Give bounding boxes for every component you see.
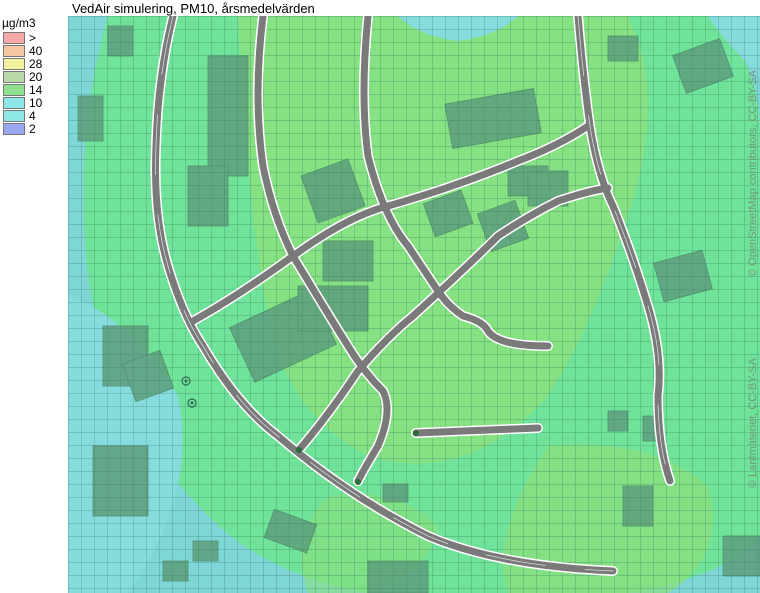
legend-swatch (3, 58, 25, 70)
map-title: VedAir simulering, PM10, årsmedelvärden (72, 1, 315, 16)
lantmateriet-attribution: © Lantmäteriet, CC-BY-SA (747, 358, 759, 488)
legend-label: 2 (29, 122, 36, 136)
osm-attribution: © OpenStreetMap contributors, CC-BY-SA (747, 69, 759, 277)
legend-label: 10 (29, 96, 43, 110)
legend-item: 2 (3, 123, 73, 136)
legend-item: 4 (3, 110, 73, 123)
legend-unit: µg/m3 (2, 16, 36, 30)
legend-swatch (3, 45, 25, 57)
emission-source[interactable] (184, 379, 188, 383)
legend-swatch (3, 110, 25, 122)
road-cul-de-sac (412, 424, 542, 437)
legend-label: 28 (29, 57, 43, 71)
map-canvas[interactable] (68, 16, 760, 593)
legend-swatch (3, 71, 25, 83)
road-end-marker (296, 447, 302, 453)
emission-source[interactable] (190, 401, 194, 405)
legend-swatch (3, 84, 25, 96)
legend-label: 40 (29, 44, 43, 58)
road-end-marker (355, 479, 361, 485)
legend-label: 14 (29, 83, 43, 97)
legend-label: 20 (29, 70, 43, 84)
legend-item: 10 (3, 97, 73, 110)
road-end-marker (413, 430, 419, 436)
legend-swatch (3, 32, 25, 44)
legend: > 40 28 20 14 10 4 2 (3, 32, 73, 136)
model-grid (68, 16, 760, 593)
legend-label: 4 (29, 109, 36, 123)
legend-swatch (3, 123, 25, 135)
legend-swatch (3, 97, 25, 109)
legend-label: > (29, 31, 37, 45)
